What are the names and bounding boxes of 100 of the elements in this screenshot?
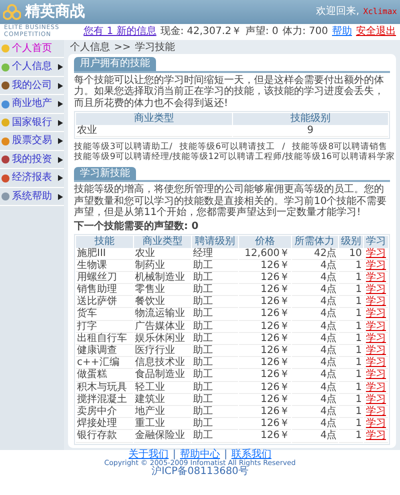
table-cell: 焊接处理 — [76, 419, 134, 430]
logout-link[interactable]: 安全退出 — [356, 26, 396, 38]
table-cell: 1 — [338, 297, 363, 308]
table-cell: 4点 — [292, 322, 338, 333]
table-cell: 4点 — [292, 406, 338, 418]
table-cell: 4点 — [292, 358, 338, 370]
table-cell: 126￥ — [239, 394, 291, 406]
rule-text: 技能等级16可以聘请科学家 — [285, 152, 395, 162]
column-header: 技能 — [76, 236, 134, 248]
table-cell: 4点 — [292, 382, 338, 394]
table-cell: 物流运输业 — [134, 309, 192, 321]
column-header: 级别 — [338, 236, 363, 248]
separator-text: / — [282, 142, 285, 152]
table-cell: 助工 — [192, 358, 238, 370]
table-cell: 建筑业 — [134, 394, 192, 406]
learn-link[interactable]: 学习 — [366, 369, 386, 380]
rule-text: 技能等级12可以聘请工程师 — [172, 152, 282, 162]
table-cell: 助工 — [192, 272, 238, 284]
table-cell: 1 — [338, 334, 363, 345]
column-header: 商业类型 — [76, 113, 232, 125]
help-link[interactable]: 帮助 — [332, 26, 352, 38]
table-cell: 金融保险业 — [134, 431, 192, 442]
learn-link[interactable]: 学习 — [366, 394, 386, 405]
table-cell: 银行存款 — [76, 431, 134, 442]
table-cell: 1 — [338, 309, 363, 321]
table-cell: 1 — [338, 382, 363, 394]
table-cell: 9 — [232, 126, 388, 137]
stat-text: 体力: 700 — [282, 26, 328, 38]
footer-link[interactable]: 关于我们 — [128, 450, 169, 460]
learn-link[interactable]: 学习 — [366, 406, 386, 417]
table-cell: 1 — [338, 406, 363, 418]
table-cell: 126￥ — [239, 382, 291, 394]
table-cell: 销售助理 — [76, 285, 134, 296]
learn-link[interactable]: 学习 — [366, 272, 386, 283]
table-cell: 施肥III — [76, 248, 134, 260]
learn-link[interactable]: 学习 — [366, 430, 386, 442]
table-cell: 126￥ — [239, 419, 291, 430]
table-cell: 做蛋糕 — [76, 370, 134, 382]
table-cell: 出租自行车 — [76, 334, 134, 345]
learn-link[interactable]: 学习 — [366, 357, 386, 368]
table-cell: 广告媒体业 — [134, 322, 192, 333]
table-cell: 搅拌混凝土 — [76, 394, 134, 406]
separator-text: / — [282, 152, 285, 162]
table-cell: 4点 — [292, 346, 338, 358]
table-cell: 1 — [338, 322, 363, 333]
table-cell: 送比萨饼 — [76, 297, 134, 308]
table-cell: 助工 — [192, 406, 238, 418]
table-cell: 积木与玩具 — [76, 382, 134, 394]
table-cell: 制药业 — [134, 260, 192, 272]
table-cell: 助工 — [192, 285, 238, 296]
learn-link[interactable]: 学习 — [366, 260, 386, 271]
table-cell: 4点 — [292, 370, 338, 382]
table-cell: 助工 — [192, 260, 238, 272]
icp-text: 沪ICP备08113680号 — [152, 466, 248, 478]
table-cell: 货车 — [76, 309, 134, 321]
username: Xclimax — [363, 7, 397, 17]
table-cell: 12,600￥ — [239, 248, 291, 260]
table-cell: 4点 — [292, 431, 338, 442]
table-cell: 助工 — [192, 382, 238, 394]
learn-link[interactable]: 学习 — [366, 345, 386, 356]
table-cell: 助工 — [192, 309, 238, 321]
table-cell: 4点 — [292, 334, 338, 345]
learn-link[interactable]: 学习 — [366, 284, 386, 296]
table-cell: 4点 — [292, 272, 338, 284]
column-header: 价格 — [239, 236, 291, 248]
rule-text: 技能等级6可以聘请技工 — [172, 142, 282, 153]
learn-link[interactable]: 学习 — [366, 320, 386, 332]
table-cell: 1 — [338, 394, 363, 406]
column-header: 商业类型 — [134, 236, 192, 248]
welcome-text: 欢迎回来, — [316, 6, 360, 18]
table-cell: 4点 — [292, 309, 338, 321]
stat-text: 现金: 42,307.2￥ — [160, 26, 242, 38]
table-cell: 农业 — [76, 126, 232, 137]
learn-link[interactable]: 学习 — [366, 296, 386, 308]
table-cell: 食品制造业 — [134, 370, 192, 382]
column-header: 技能级别 — [232, 113, 388, 125]
footer-link[interactable]: 联系我们 — [231, 450, 272, 460]
table-cell: 餐饮业 — [134, 297, 192, 308]
intro-paragraph: 技能等级的增高，将使您所管理的公司能够雇佣更高等级的员工。您的声望数量和您可以学习的技能数是直接相关的。学习前10个技能不需要声望，但是从第11个开始，您都需要声望达到一定数量才能学习! — [74, 184, 388, 218]
rule-text: 技能等级8可以聘请销售 — [285, 142, 395, 153]
table-cell: 助工 — [192, 394, 238, 406]
table-cell: 1 — [338, 419, 363, 430]
table-cell: 4点 — [292, 260, 338, 272]
learn-link[interactable]: 学习 — [366, 248, 386, 258]
table-cell: 助工 — [192, 370, 238, 382]
table-cell: 126￥ — [239, 285, 291, 296]
footer-link[interactable]: 帮助中心 — [180, 450, 220, 460]
table-cell: 4点 — [292, 285, 338, 296]
table-cell: 娱乐休闲业 — [134, 334, 192, 345]
table-cell: 126￥ — [239, 260, 291, 272]
messages-link[interactable]: 您有 1 新的信息 — [84, 26, 156, 38]
table-cell: 1 — [338, 272, 363, 284]
breadcrumb-item[interactable]: 个人信息 — [70, 42, 110, 54]
learn-link[interactable]: 学习 — [366, 308, 386, 320]
learn-link[interactable]: 学习 — [366, 418, 386, 430]
table-cell: 经理 — [192, 248, 238, 260]
table-cell: 4点 — [292, 419, 338, 430]
breadcrumb-separator: >> — [114, 42, 131, 54]
learn-link[interactable]: 学习 — [366, 382, 386, 393]
learn-link[interactable]: 学习 — [366, 332, 386, 344]
